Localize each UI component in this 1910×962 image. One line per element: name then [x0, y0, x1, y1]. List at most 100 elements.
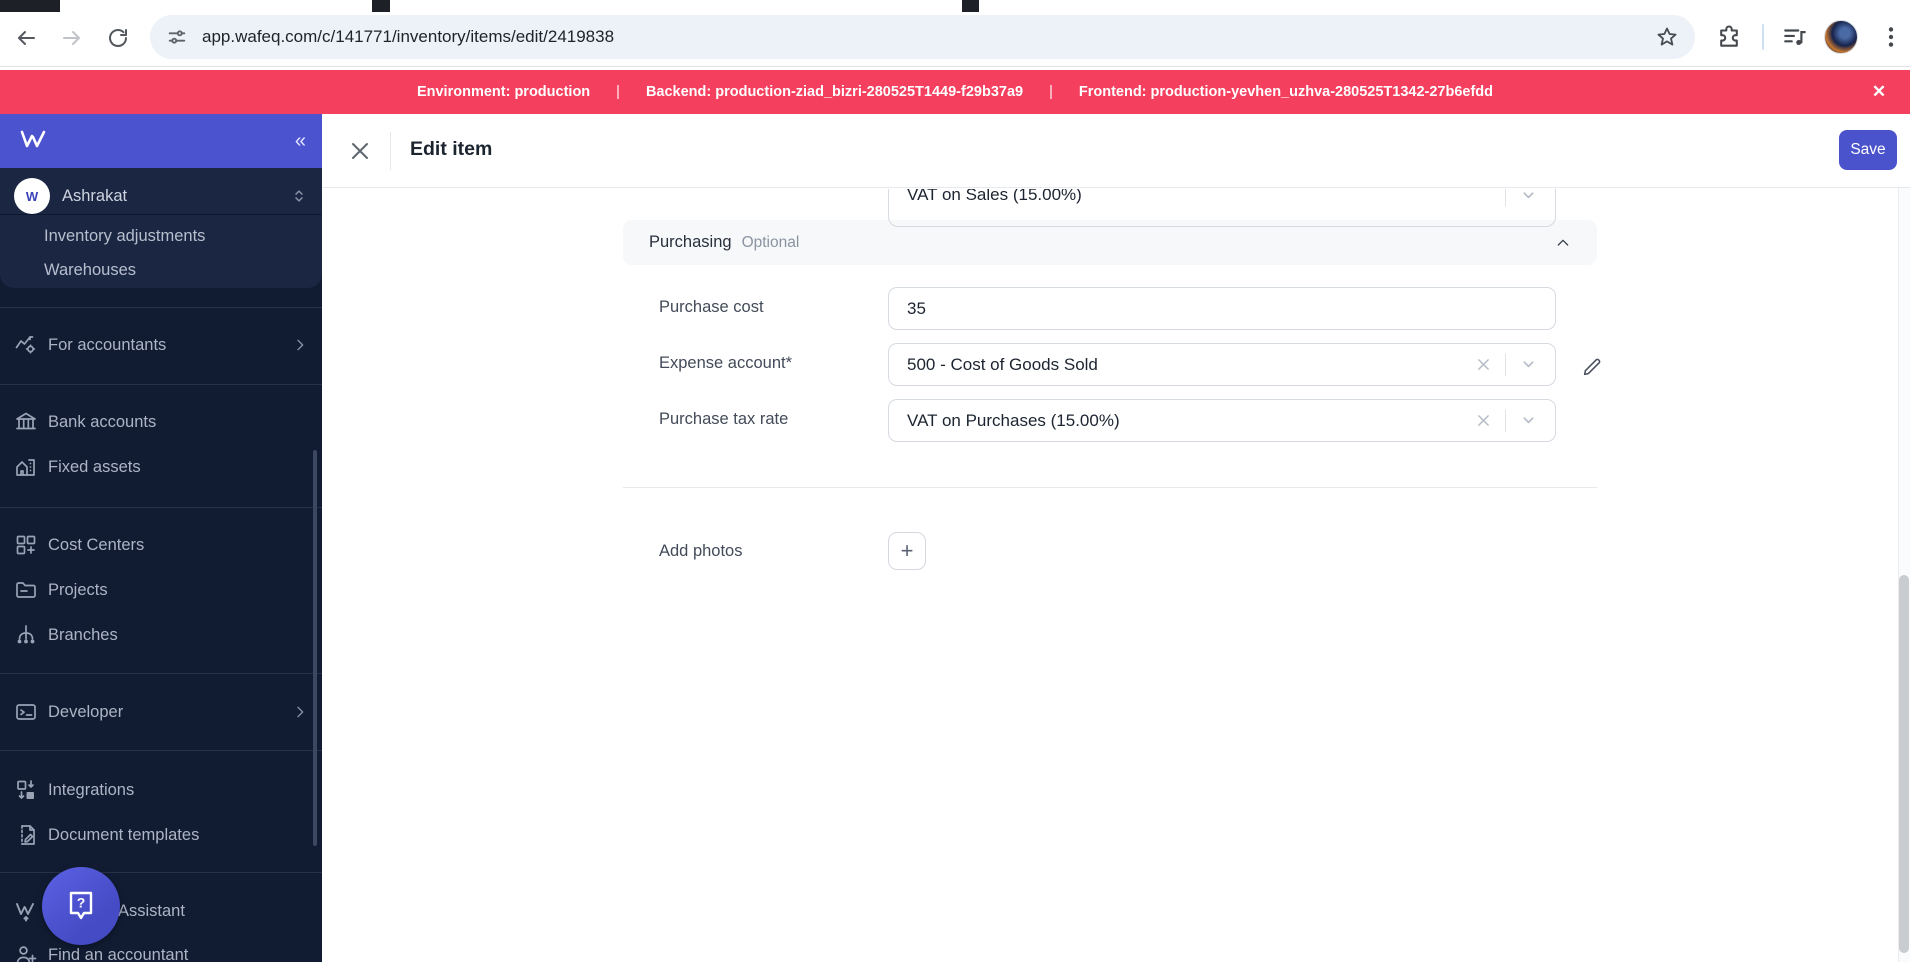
sidebar-divider: [0, 673, 322, 674]
purchase-cost-input[interactable]: 35: [888, 287, 1556, 330]
banner-separator: |: [616, 84, 620, 100]
sidebar-divider: [0, 872, 322, 873]
edit-pencil-icon[interactable]: [1581, 356, 1603, 378]
sidebar-item-for-accountants[interactable]: For accountants: [0, 323, 322, 367]
extensions-icon[interactable]: [1716, 24, 1742, 50]
banner-frontend-text: Frontend: production-yevhen_uzhva-280525…: [1078, 84, 1494, 100]
control-separator: [1505, 189, 1506, 206]
edit-item-header: Edit item Save: [322, 114, 1910, 188]
page-title: Edit item: [410, 138, 493, 160]
user-name: Ashrakat: [62, 186, 128, 205]
sidebar-item-developer[interactable]: Developer: [0, 690, 322, 734]
sidebar-item-projects[interactable]: Projects: [0, 568, 322, 612]
browser-profile-avatar[interactable]: [1824, 20, 1858, 54]
sidebar-item-find-an-accountant[interactable]: Find an accountant: [0, 933, 322, 962]
sidebar-collapse-icon[interactable]: «: [295, 130, 306, 153]
account-switcher[interactable]: W Ashrakat: [0, 174, 322, 218]
tab-strip-fragment: [0, 0, 60, 12]
assistant-floating-button[interactable]: ?: [42, 867, 120, 945]
wafeq-assistant-icon: [14, 899, 38, 923]
user-avatar: W: [14, 178, 50, 214]
tab-strip-fragment: [962, 0, 979, 12]
sidebar-item-branches[interactable]: Branches: [0, 613, 322, 657]
save-button[interactable]: Save: [1839, 130, 1897, 170]
sidebar-item-label: Fixed assets: [48, 457, 141, 476]
edit-item-panel: VAT on Sales (15.00%) Edit item Save Pur…: [322, 114, 1910, 962]
url-text[interactable]: app.wafeq.com/c/141771/inventory/items/e…: [202, 27, 1655, 47]
form-divider: [623, 487, 1597, 488]
account-switch-chevrons-icon[interactable]: [290, 187, 308, 205]
clear-icon[interactable]: [1474, 412, 1492, 430]
add-photos-label: Add photos: [659, 542, 743, 560]
expense-account-select[interactable]: 500 - Cost of Goods Sold: [888, 343, 1556, 386]
banner-close-icon[interactable]: ✕: [1866, 79, 1892, 105]
chart-gear-icon: [14, 333, 38, 357]
toolbar-divider: [0, 66, 1910, 67]
sidebar-item-warehouses[interactable]: Warehouses: [0, 252, 322, 288]
help-chat-bubble-icon: ?: [64, 888, 98, 924]
purchase-cost-value: 35: [907, 298, 926, 318]
branch-tree-icon: [14, 623, 38, 647]
page-scrollbar-track: [1898, 114, 1910, 962]
chevron-up-icon[interactable]: [1555, 235, 1571, 251]
sidebar-item-document-templates[interactable]: Document templates: [0, 813, 322, 857]
sidebar-header: «: [0, 114, 322, 168]
sidebar-item-label: Cost Centers: [48, 535, 145, 554]
sidebar-item-label: Find an accountant: [48, 945, 189, 962]
sidebar-divider: [0, 750, 322, 751]
page-scrollbar-thumb[interactable]: [1899, 575, 1909, 953]
chevron-down-icon[interactable]: [1519, 412, 1537, 430]
section-title: Purchasing: [649, 233, 732, 251]
media-controls-icon[interactable]: [1782, 24, 1808, 50]
sidebar-item-label: For accountants: [48, 335, 167, 354]
chevron-right-icon: [292, 337, 308, 353]
panel-divider: [0, 214, 322, 215]
purchase-tax-rate-select[interactable]: VAT on Purchases (15.00%): [888, 399, 1556, 442]
sidebar-scrollbar[interactable]: [313, 450, 317, 846]
header-divider: [390, 132, 391, 170]
sidebar-item-cost-centers[interactable]: Cost Centers: [0, 523, 322, 567]
person-plus-icon: [14, 943, 38, 962]
toolbar-separator: [1762, 24, 1764, 50]
sales-tax-rate-select[interactable]: VAT on Sales (15.00%): [888, 189, 1556, 227]
sidebar-item-label: Developer: [48, 702, 124, 721]
bookmark-star-icon[interactable]: [1655, 25, 1679, 49]
sidebar-item-label: Branches: [48, 625, 118, 644]
chevron-down-icon[interactable]: [1519, 356, 1537, 374]
sidebar-divider: [0, 507, 322, 508]
tab-strip-fragment: [372, 0, 390, 12]
clear-icon[interactable]: [1474, 356, 1492, 374]
sidebar-divider: [0, 307, 322, 308]
grid-plus-icon: [14, 533, 38, 557]
reload-icon[interactable]: [106, 26, 130, 50]
site-settings-icon[interactable]: [166, 26, 188, 48]
sidebar-item-fixed-assets[interactable]: Fixed assets: [0, 445, 322, 489]
expense-account-label: Expense account*: [659, 354, 793, 372]
forward-icon[interactable]: [60, 26, 84, 50]
section-optional-badge: Optional: [741, 233, 800, 251]
chevron-down-icon[interactable]: [1519, 189, 1537, 204]
wafeq-logo: [18, 128, 48, 154]
account-panel: W Ashrakat Inventory adjustments Warehou…: [0, 168, 322, 288]
plus-icon: +: [900, 538, 914, 563]
sidebar-item-bank-accounts[interactable]: Bank accounts: [0, 400, 322, 444]
sidebar-item-label: Document templates: [48, 825, 200, 844]
app-window: app.wafeq.com/c/141771/inventory/items/e…: [0, 0, 1910, 962]
sidebar-item-label: Assistant: [118, 901, 185, 920]
back-icon[interactable]: [14, 26, 38, 50]
add-photo-button[interactable]: +: [888, 532, 926, 570]
sidebar-item-label: Bank accounts: [48, 412, 157, 431]
building-icon: [14, 455, 38, 479]
sidebar: « W Ashrakat Inventory adjustments Wareh…: [0, 114, 322, 962]
close-icon[interactable]: [348, 139, 372, 163]
control-separator: [1505, 409, 1506, 432]
address-bar[interactable]: app.wafeq.com/c/141771/inventory/items/e…: [150, 15, 1695, 59]
browser-toolbar: app.wafeq.com/c/141771/inventory/items/e…: [0, 0, 1910, 70]
sidebar-item-integrations[interactable]: Integrations: [0, 768, 322, 812]
browser-menu-icon[interactable]: [1878, 24, 1904, 50]
control-separator: [1505, 353, 1506, 376]
sidebar-item-inventory-adjustments[interactable]: Inventory adjustments: [0, 218, 322, 254]
clipped-field-window: VAT on Sales (15.00%): [888, 189, 1556, 230]
sidebar-item-label: Integrations: [48, 780, 135, 799]
purchase-tax-rate-label: Purchase tax rate: [659, 410, 789, 428]
